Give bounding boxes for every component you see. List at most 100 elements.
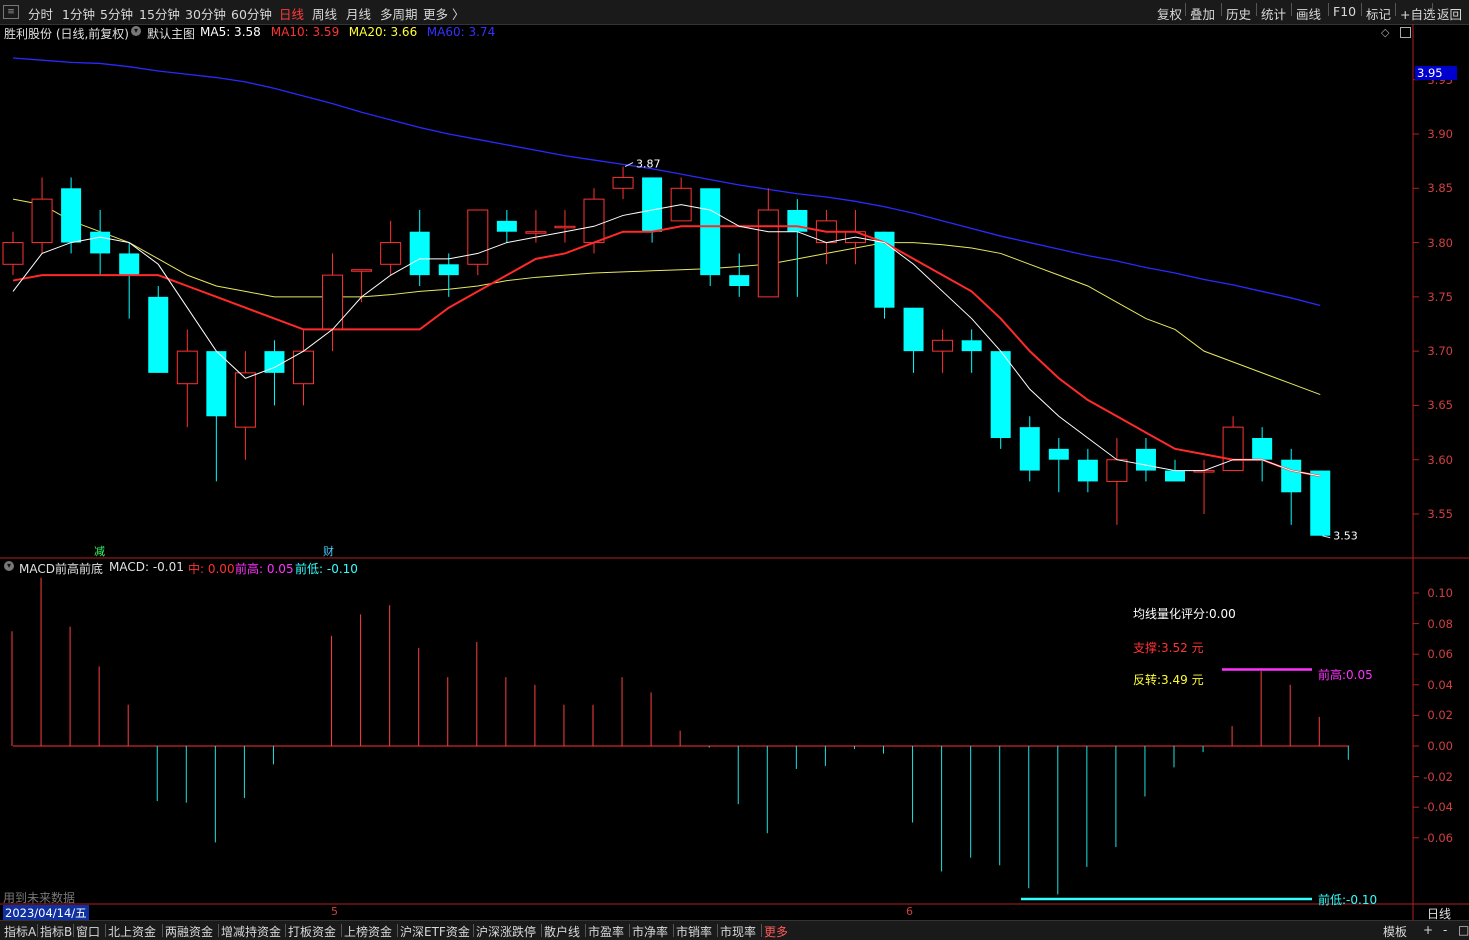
price-axis-label: 3.70 <box>1427 344 1453 359</box>
bottom-tab-10[interactable]: 散户线 <box>544 923 580 940</box>
candle-body <box>2 242 24 265</box>
candle-body <box>148 296 169 373</box>
price-axis-label: 3.80 <box>1427 235 1453 250</box>
low-marker-arrow <box>1322 535 1331 539</box>
month-tick-5: 5 <box>331 905 338 918</box>
macd-title[interactable]: MACD前高前底 <box>19 560 103 577</box>
candle-body <box>932 339 954 352</box>
candle-body <box>1135 448 1156 471</box>
candle-body <box>612 176 634 189</box>
candle-body <box>31 198 53 244</box>
chevron-down-icon[interactable]: ▾ <box>4 561 14 571</box>
bottom-tab-bar: 指标A 指标B 窗口 北上资金 两融资金 增减持资金 打板资金 上榜资金 沪深ETF资金 沪深涨跌… <box>0 920 1469 940</box>
macd-zhong: 中: 0.00 <box>188 562 235 576</box>
candle-body <box>903 307 924 352</box>
bottom-tab-8[interactable]: 沪深ETF资金 <box>400 923 470 940</box>
price-axis-label: 3.85 <box>1427 181 1453 196</box>
candle-body <box>1077 459 1098 482</box>
tab-separator <box>341 924 342 937</box>
candle-body <box>206 351 227 417</box>
tab-separator <box>629 924 630 937</box>
event-marker-finance[interactable]: 财 <box>323 543 334 559</box>
candle-body <box>90 231 111 254</box>
front-high-label: 前高:0.05 <box>1318 668 1373 682</box>
zoom-out-button[interactable]: - <box>1443 923 1447 937</box>
kline-chart[interactable]: 3.87 3.53 <box>0 0 1469 939</box>
macd-axis-label: 0.08 <box>1427 616 1453 631</box>
price-axis-label: 3.55 <box>1427 507 1453 521</box>
macd-qiandi: 前低: -0.10 <box>295 562 358 576</box>
bottom-tab-1[interactable]: 指标B <box>40 923 72 940</box>
candle-body <box>61 188 82 243</box>
template-button[interactable]: 模板 <box>1383 923 1407 940</box>
candle-body <box>1048 448 1069 460</box>
macd-axis-label: 0.02 <box>1427 708 1453 723</box>
candle-body <box>293 350 314 385</box>
bottom-tab-12[interactable]: 市净率 <box>632 923 668 940</box>
price-axis-label: 3.65 <box>1427 398 1453 413</box>
bottom-tab-9[interactable]: 沪深涨跌停 <box>476 923 536 940</box>
bottom-tab-4[interactable]: 两融资金 <box>165 923 213 940</box>
candle-body <box>729 275 750 286</box>
tab-separator <box>105 924 106 937</box>
candle-body <box>1165 470 1185 482</box>
price-axis-label: 3.60 <box>1427 452 1453 467</box>
support-text: 支撑:3.52 元 <box>1133 641 1204 655</box>
macd-axis-label: 0.00 <box>1427 739 1453 753</box>
tab-separator <box>37 924 38 937</box>
price-axis-label: 3.90 <box>1427 127 1453 141</box>
candle-body <box>642 177 663 232</box>
macd-axis-label: -0.02 <box>1423 769 1453 784</box>
bottom-tab-11[interactable]: 市盈率 <box>588 923 624 940</box>
candle-body <box>1019 427 1040 471</box>
bottom-tab-7[interactable]: 上榜资金 <box>344 923 392 940</box>
candle-body <box>1106 459 1128 482</box>
tab-separator <box>761 924 762 937</box>
candle-body <box>496 220 517 232</box>
candle-body <box>176 350 198 385</box>
macd-axis-label: 0.06 <box>1427 647 1453 662</box>
future-data-notice: 用到未来数据 <box>3 891 76 905</box>
month-tick-6: 6 <box>906 905 913 918</box>
candle-body <box>234 372 256 428</box>
bottom-tab-6[interactable]: 打板资金 <box>288 923 336 940</box>
bottom-tab-2[interactable]: 窗口 <box>76 923 100 940</box>
tab-separator <box>285 924 286 937</box>
score-text: 均线量化评分:0.00 <box>1133 607 1236 621</box>
ma60-line <box>12 57 1321 307</box>
tab-separator <box>717 924 718 937</box>
low-marker-label: 3.53 <box>1333 530 1358 543</box>
bottom-tab-13[interactable]: 市销率 <box>676 923 712 940</box>
tab-separator <box>585 924 586 937</box>
bottom-tab-14[interactable]: 市现率 <box>720 923 756 940</box>
macd-axis-label: -0.06 <box>1423 830 1453 845</box>
candle-body <box>990 351 1011 438</box>
layout-button[interactable]: □ <box>1458 923 1469 937</box>
tab-separator <box>73 924 74 937</box>
bottom-tab-0[interactable]: 指标A <box>4 923 36 940</box>
front-low-label: 前低:-0.10 <box>1318 893 1378 907</box>
candle-body <box>700 188 721 276</box>
candle-body <box>757 209 779 298</box>
macd-qiangao: 前高: 0.05 <box>235 562 294 576</box>
tab-separator <box>673 924 674 937</box>
tab-separator <box>397 924 398 937</box>
candle-body <box>438 264 459 276</box>
current-price-tag: 3.95 <box>1415 66 1457 80</box>
tab-separator <box>218 924 219 937</box>
candle-body <box>351 269 373 272</box>
candle-body <box>467 209 489 265</box>
candle-body <box>961 340 982 352</box>
macd-axis-label: 0.10 <box>1427 586 1453 600</box>
candle-body <box>1281 459 1302 493</box>
high-marker-label: 3.87 <box>636 158 661 171</box>
macd-value: MACD: -0.01 <box>109 560 184 574</box>
bottom-tab-15[interactable]: 更多 <box>764 923 788 940</box>
tab-separator <box>162 924 163 937</box>
event-marker-reduce[interactable]: 减 <box>94 543 105 559</box>
reversal-text: 反转:3.49 元 <box>1133 673 1204 687</box>
bottom-tab-3[interactable]: 北上资金 <box>108 923 156 940</box>
bottom-tab-5[interactable]: 增减持资金 <box>221 923 281 940</box>
candle-body <box>409 231 430 276</box>
zoom-in-button[interactable]: + <box>1423 923 1433 937</box>
